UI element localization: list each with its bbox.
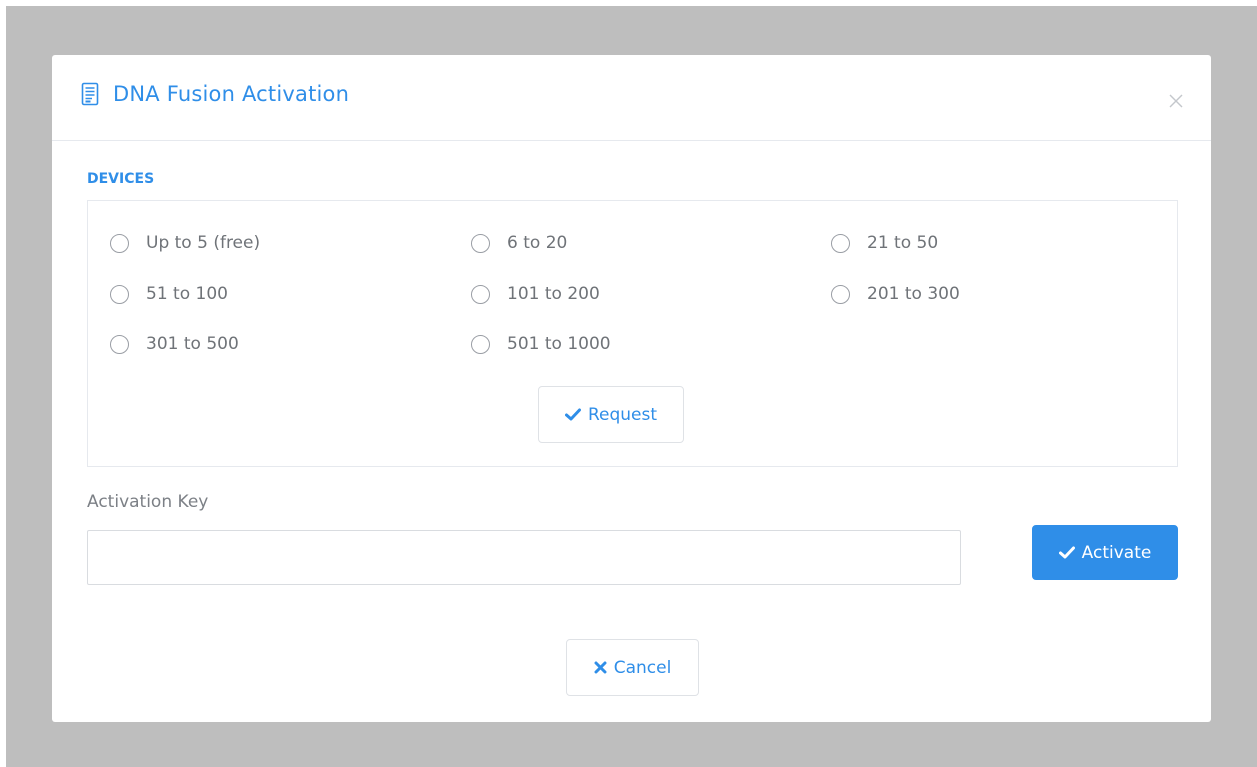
request-button[interactable]: Request <box>538 386 684 443</box>
device-option-6-to-20[interactable]: 6 to 20 <box>471 230 567 256</box>
devices-panel: Up to 5 (free) 6 to 20 21 to 50 51 to 10… <box>87 200 1178 467</box>
request-button-label: Request <box>587 404 658 425</box>
device-option-101-to-200[interactable]: 101 to 200 <box>471 281 600 307</box>
activation-dialog: DNA Fusion Activation DEVICES Up to 5 (f… <box>52 55 1211 722</box>
radio-label: 6 to 20 <box>507 233 568 253</box>
radio-button[interactable] <box>110 334 129 354</box>
radio-label: 101 to 200 <box>507 284 600 304</box>
activate-button[interactable]: Activate <box>1032 525 1178 580</box>
device-option-21-to-50[interactable]: 21 to 50 <box>831 230 938 256</box>
dialog-title: DNA Fusion Activation <box>113 82 350 106</box>
radio-button[interactable] <box>471 233 490 253</box>
devices-section-label: DEVICES <box>87 171 155 187</box>
radio-label: 201 to 300 <box>867 284 960 304</box>
device-option-51-to-100[interactable]: 51 to 100 <box>110 281 228 307</box>
device-option-301-to-500[interactable]: 301 to 500 <box>110 331 239 357</box>
check-icon <box>564 408 581 421</box>
radio-label: 21 to 50 <box>867 233 939 253</box>
radio-label: Up to 5 (free) <box>146 233 261 253</box>
activation-key-label: Activation Key <box>87 492 209 512</box>
document-icon <box>81 82 99 106</box>
activation-key-input[interactable] <box>87 530 961 585</box>
radio-button[interactable] <box>471 284 490 304</box>
radio-button[interactable] <box>471 334 490 354</box>
cancel-button[interactable]: Cancel <box>566 639 699 696</box>
dialog-header: DNA Fusion Activation <box>52 55 1211 141</box>
radio-button[interactable] <box>831 284 850 304</box>
close-button[interactable] <box>1160 85 1192 117</box>
radio-label: 301 to 500 <box>146 334 239 354</box>
radio-label: 501 to 1000 <box>507 334 611 354</box>
radio-button[interactable] <box>110 233 129 253</box>
radio-button[interactable] <box>831 233 850 253</box>
device-option-501-to-1000[interactable]: 501 to 1000 <box>471 331 611 357</box>
close-icon <box>1169 94 1183 108</box>
close-icon <box>594 661 607 674</box>
device-option-201-to-300[interactable]: 201 to 300 <box>831 281 960 307</box>
activate-button-label: Activate <box>1081 542 1152 563</box>
radio-label: 51 to 100 <box>146 284 228 304</box>
check-icon <box>1058 546 1075 559</box>
device-option-up-to-5[interactable]: Up to 5 (free) <box>110 230 260 256</box>
cancel-button-label: Cancel <box>613 657 672 678</box>
radio-button[interactable] <box>110 284 129 304</box>
